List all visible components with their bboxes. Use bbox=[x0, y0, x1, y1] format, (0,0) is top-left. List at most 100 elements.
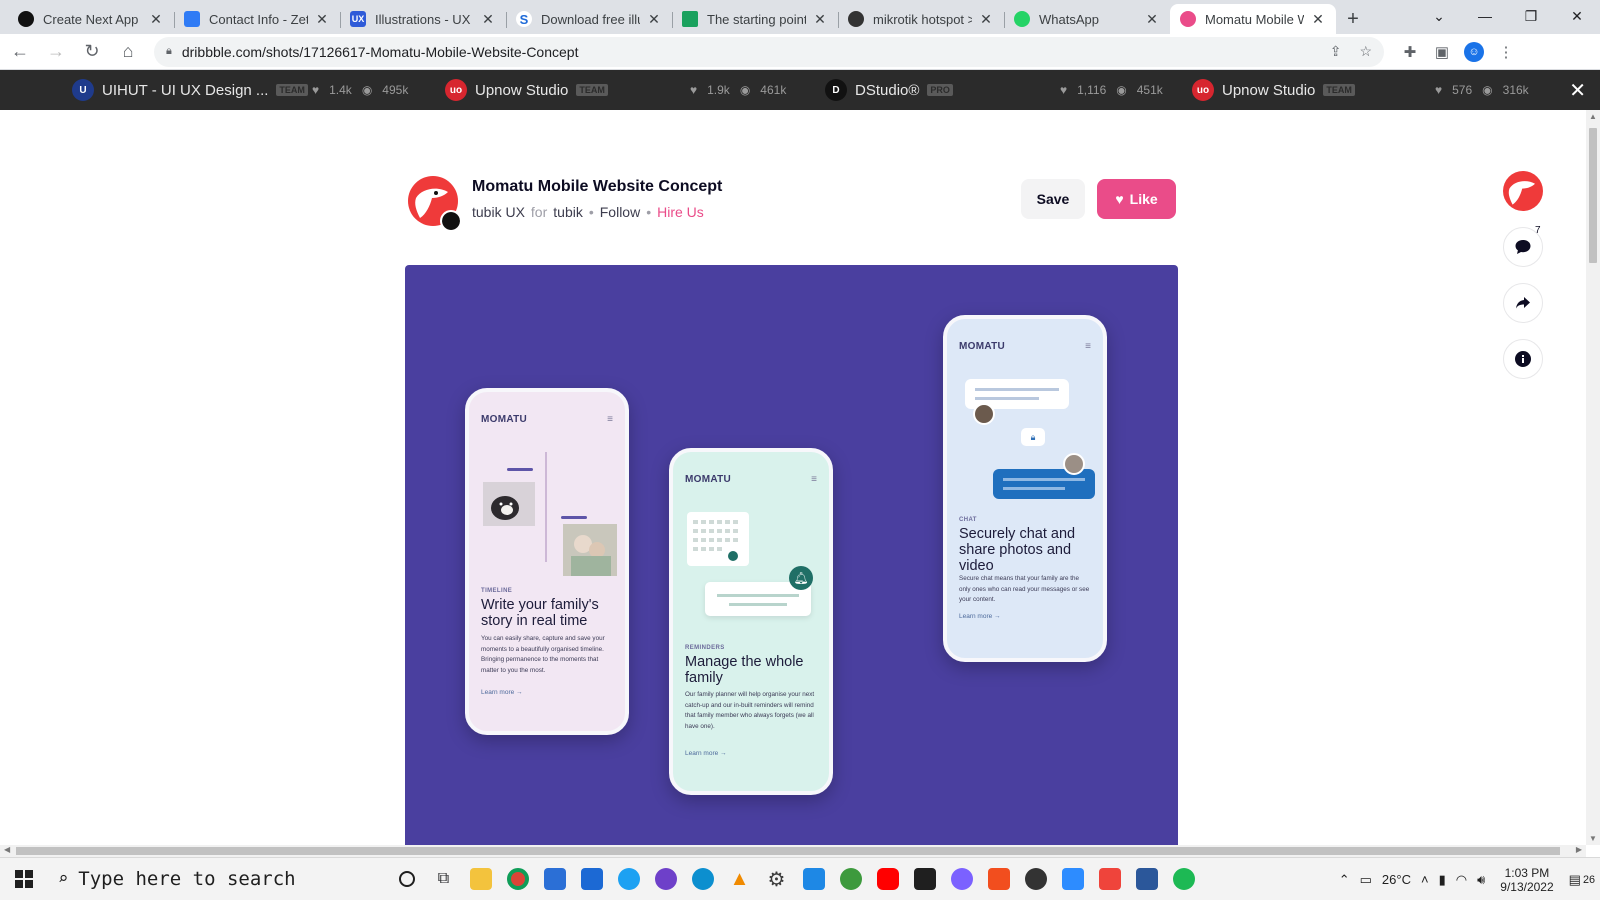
mail-icon[interactable] bbox=[573, 858, 610, 901]
address-bar[interactable]: 🔒︎ dribbble.com/shots/17126617-Momatu-Mo… bbox=[154, 36, 1384, 67]
volume-icon[interactable]: 🔊︎ bbox=[1477, 872, 1485, 888]
tab-search-icon[interactable]: ⌄ bbox=[1416, 0, 1462, 32]
back-icon[interactable]: ← bbox=[4, 36, 36, 68]
horizontal-scrollbar[interactable]: ◀ ▶ bbox=[0, 845, 1586, 857]
globe-app-icon[interactable] bbox=[832, 858, 869, 901]
close-window-icon[interactable]: ✕ bbox=[1554, 0, 1600, 32]
vlc-icon[interactable]: ▲ bbox=[721, 858, 758, 901]
bookmark-star-icon[interactable]: ☆ bbox=[1359, 43, 1372, 60]
share-button[interactable] bbox=[1503, 283, 1543, 323]
extensions-icon[interactable]: ✚ bbox=[1394, 36, 1426, 68]
browser-tab[interactable]: UX Illustrations - UX Li ✕ bbox=[340, 4, 506, 34]
start-button[interactable] bbox=[0, 858, 48, 901]
team-avatar[interactable] bbox=[440, 210, 462, 232]
new-tab-button[interactable]: + bbox=[1336, 4, 1370, 34]
share-arrow-icon bbox=[1516, 297, 1530, 309]
strip-shot-item[interactable]: U UIHUT - UI UX Design ... TEAM bbox=[72, 70, 308, 110]
scroll-up-arrow-icon[interactable]: ▲ bbox=[1589, 112, 1597, 121]
side-panel-icon[interactable]: ▣ bbox=[1426, 36, 1458, 68]
temperature[interactable]: 26°C bbox=[1382, 872, 1411, 887]
weather-icon[interactable]: ▭ bbox=[1360, 872, 1372, 888]
strip-shot-name: Upnow Studio bbox=[1222, 81, 1316, 99]
home-icon[interactable]: ⌂ bbox=[112, 36, 144, 68]
messenger-icon[interactable] bbox=[943, 858, 980, 901]
task-view-icon[interactable]: ⧉ bbox=[425, 858, 462, 901]
save-button[interactable]: Save bbox=[1021, 179, 1085, 219]
battery-icon[interactable]: ▮ bbox=[1439, 872, 1446, 888]
tab-close-icon[interactable]: ✕ bbox=[148, 11, 164, 28]
lock-icon[interactable]: 🔒︎ bbox=[166, 45, 172, 58]
author-link[interactable]: tubik UX bbox=[472, 204, 525, 220]
minimize-icon[interactable]: — bbox=[1462, 0, 1508, 32]
browser-tab[interactable]: mikrotik hotspot > ✕ bbox=[838, 4, 1004, 34]
tab-close-icon[interactable]: ✕ bbox=[1310, 11, 1326, 28]
settings-gear-icon[interactable]: ⚙ bbox=[758, 858, 795, 901]
show-hidden-icons-icon[interactable]: ˄ bbox=[1421, 872, 1429, 887]
team-link[interactable]: tubik bbox=[553, 204, 583, 220]
strip-shot-item[interactable]: uo Upnow Studio TEAM bbox=[445, 70, 608, 110]
profile-avatar-icon[interactable]: ☺ bbox=[1464, 41, 1484, 62]
wifi-icon[interactable]: ◠ bbox=[1456, 872, 1467, 888]
chat-bubble-outgoing bbox=[993, 469, 1095, 499]
strip-shot-item[interactable]: uo Upnow Studio TEAM bbox=[1192, 70, 1355, 110]
strip-shot-stats: ♥ 576 ◉ 316k bbox=[1435, 70, 1529, 110]
tab-close-icon[interactable]: ✕ bbox=[314, 11, 330, 28]
close-modal-icon[interactable]: ✕ bbox=[1569, 78, 1586, 103]
windows-taskbar: ⌕ Type here to search ⧉ ▲ ⚙ ⌃ ▭ 26°C ˄ ▮… bbox=[0, 857, 1600, 900]
scroll-right-arrow-icon[interactable]: ▶ bbox=[1576, 845, 1582, 854]
side-author-avatar[interactable] bbox=[1503, 171, 1543, 211]
shot-image[interactable]: MOMATU ≡ TIMELINE Write your family's st… bbox=[405, 265, 1178, 845]
strip-shot-item[interactable]: D DStudio® PRO bbox=[825, 70, 953, 110]
scroll-left-arrow-icon[interactable]: ◀ bbox=[4, 845, 10, 854]
edge-icon[interactable] bbox=[684, 858, 721, 901]
taskbar-search-box[interactable]: ⌕ Type here to search bbox=[48, 858, 388, 901]
forward-icon[interactable]: → bbox=[40, 36, 72, 68]
anydesk-icon[interactable] bbox=[1091, 858, 1128, 901]
browser-tab[interactable]: S Download free illus ✕ bbox=[506, 4, 672, 34]
zoom-icon[interactable] bbox=[1054, 858, 1091, 901]
tab-close-icon[interactable]: ✕ bbox=[978, 11, 994, 28]
browser-tab[interactable]: WhatsApp ✕ bbox=[1004, 4, 1170, 34]
vscode-icon[interactable] bbox=[795, 858, 832, 901]
clock[interactable]: 1:03 PM 9/13/2022 bbox=[1500, 866, 1553, 894]
terminal-icon[interactable] bbox=[906, 858, 943, 901]
restore-icon[interactable]: ❐ bbox=[1508, 0, 1554, 32]
system-tray: ⌃ ▭ 26°C ˄ ▮ ◠ 🔊︎ 1:03 PM 9/13/2022 ▤ 26 bbox=[1334, 858, 1600, 901]
section-heading: Securely chat and share photos and video bbox=[959, 526, 1076, 574]
notification-center-icon[interactable]: ▤ 26 bbox=[1569, 872, 1595, 888]
browser-tab[interactable]: Contact Info - Zety ✕ bbox=[174, 4, 340, 34]
clock-date: 9/13/2022 bbox=[1500, 879, 1554, 894]
chrome-menu-icon[interactable]: ⋮ bbox=[1490, 36, 1522, 68]
media-player-icon[interactable] bbox=[1017, 858, 1054, 901]
tab-close-icon[interactable]: ✕ bbox=[480, 11, 496, 28]
github-icon[interactable] bbox=[647, 858, 684, 901]
cortana-icon[interactable] bbox=[388, 858, 425, 901]
spotify-icon[interactable] bbox=[1165, 858, 1202, 901]
reload-icon[interactable]: ↻ bbox=[76, 36, 108, 68]
figma-icon[interactable] bbox=[980, 858, 1017, 901]
tab-close-icon[interactable]: ✕ bbox=[812, 11, 828, 28]
store-icon[interactable] bbox=[536, 858, 573, 901]
scrollbar-thumb[interactable] bbox=[16, 847, 1560, 855]
phone-brand-logo: MOMATU bbox=[685, 474, 732, 485]
share-icon[interactable]: ⇪ bbox=[1330, 43, 1342, 60]
youtube-icon[interactable] bbox=[869, 858, 906, 901]
hire-us-link[interactable]: Hire Us bbox=[657, 204, 704, 220]
twitter-icon[interactable] bbox=[610, 858, 647, 901]
strip-shot-stats: ♥ 1.4k ◉ 495k bbox=[312, 70, 408, 110]
tray-overflow-icon[interactable]: ⌃ bbox=[1339, 872, 1350, 888]
vertical-scrollbar[interactable]: ▲ ▼ bbox=[1586, 110, 1600, 845]
follow-link[interactable]: Follow bbox=[600, 204, 640, 220]
browser-tab-active[interactable]: Momatu Mobile W ✕ bbox=[1170, 4, 1336, 34]
word-icon[interactable] bbox=[1128, 858, 1165, 901]
browser-tab[interactable]: Create Next App ✕ bbox=[8, 4, 174, 34]
chrome-icon[interactable] bbox=[499, 858, 536, 901]
like-button[interactable]: ♥ Like bbox=[1097, 179, 1176, 219]
file-explorer-icon[interactable] bbox=[462, 858, 499, 901]
scrollbar-thumb[interactable] bbox=[1589, 128, 1597, 263]
scroll-down-arrow-icon[interactable]: ▼ bbox=[1589, 834, 1597, 843]
info-button[interactable] bbox=[1503, 339, 1543, 379]
tab-close-icon[interactable]: ✕ bbox=[1144, 11, 1160, 28]
tab-close-icon[interactable]: ✕ bbox=[646, 11, 662, 28]
browser-tab[interactable]: The starting point f ✕ bbox=[672, 4, 838, 34]
